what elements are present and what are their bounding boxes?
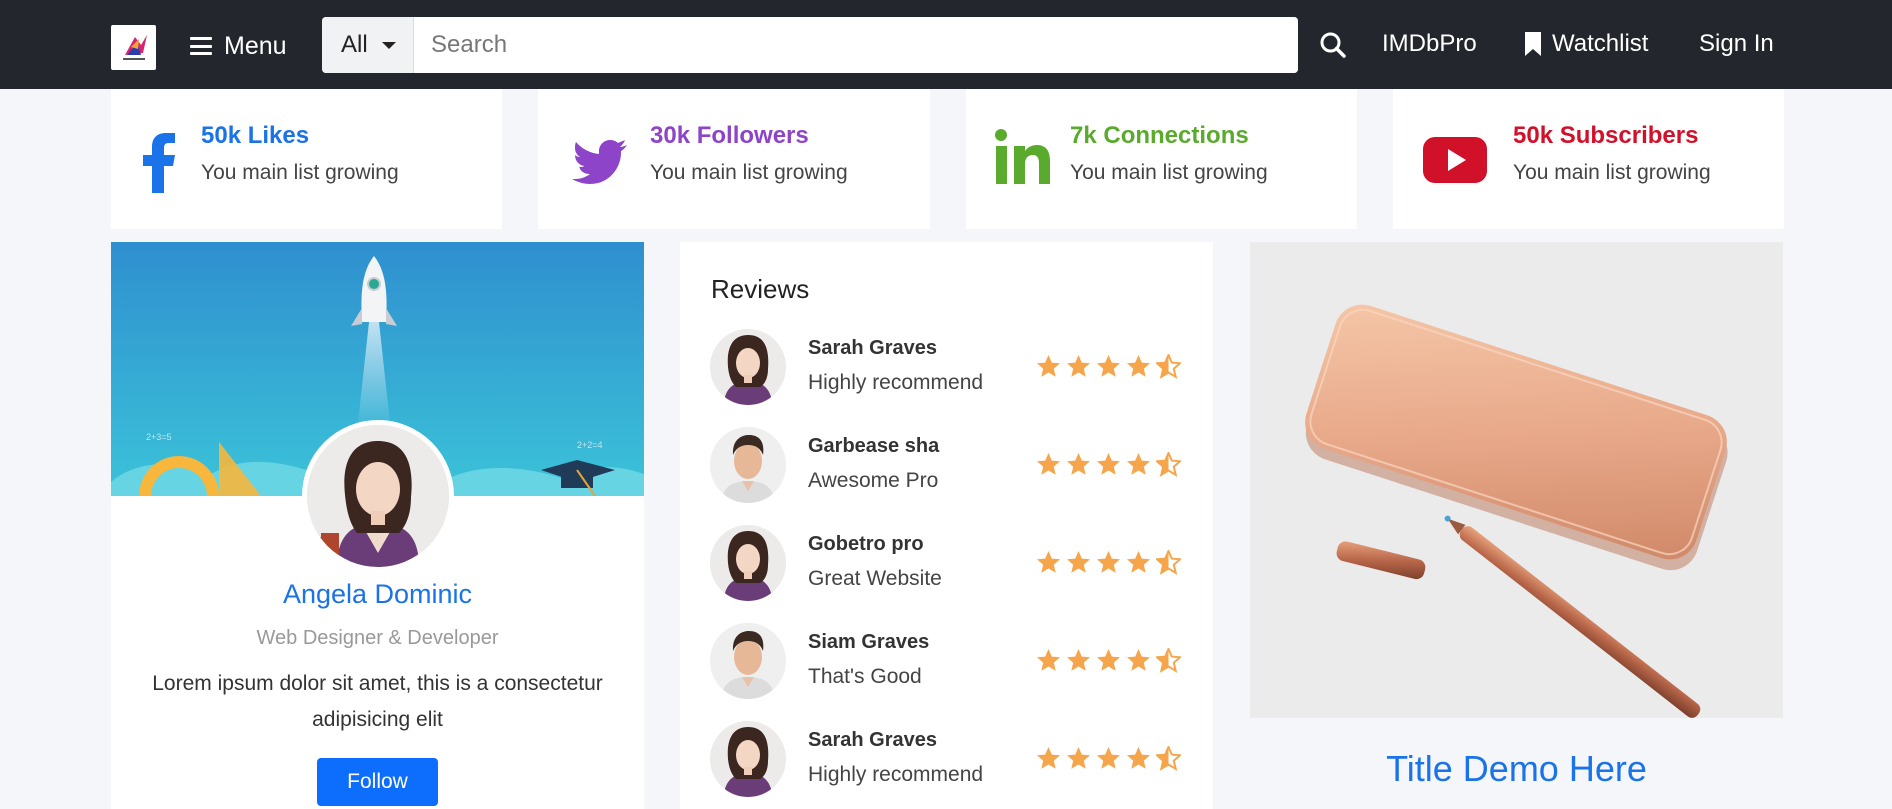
review-text: Great Website bbox=[808, 567, 942, 590]
star-icon bbox=[1067, 551, 1090, 573]
search-input[interactable] bbox=[414, 17, 1298, 73]
review-item: Siam Graves That's Good bbox=[710, 623, 1190, 701]
star-icon bbox=[1037, 747, 1060, 769]
pen-case-image bbox=[1250, 242, 1783, 718]
reviewer-avatar bbox=[710, 721, 786, 797]
top-navbar: Menu All IMDbPro Watchlist Sign In bbox=[0, 0, 1892, 89]
profile-avatar bbox=[302, 420, 454, 572]
facebook-icon bbox=[143, 133, 175, 193]
star-rating bbox=[1036, 746, 1181, 771]
star-rating bbox=[1036, 452, 1181, 477]
review-text: Highly recommend bbox=[808, 371, 984, 394]
star-icon bbox=[1127, 453, 1150, 475]
bookmark-icon bbox=[1525, 32, 1541, 56]
stat-card-linkedin: 7k Connections You main list growing bbox=[966, 89, 1357, 229]
star-icon bbox=[1067, 649, 1090, 671]
star-rating bbox=[1036, 354, 1181, 379]
svg-text:2+2=4: 2+2=4 bbox=[577, 440, 603, 450]
review-item: Gobetro pro Great Website bbox=[710, 525, 1190, 603]
reviewer-name: Sarah Graves bbox=[808, 337, 937, 359]
star-icon bbox=[1097, 747, 1120, 769]
star-icon bbox=[1067, 355, 1090, 377]
product-title[interactable]: Title Demo Here bbox=[1250, 748, 1783, 790]
star-icon bbox=[1127, 551, 1150, 573]
star-icon bbox=[1127, 747, 1150, 769]
reviews-card: Reviews Sarah Graves Highly recommend Garb… bbox=[680, 242, 1213, 809]
reviewer-name: Siam Graves bbox=[808, 631, 930, 653]
star-icon bbox=[1097, 551, 1120, 573]
profile-card: 2+3=5 2+2=4 Angela Dominic Web Designer … bbox=[111, 242, 644, 809]
signin-label: Sign In bbox=[1699, 30, 1774, 57]
stat-subtitle: You main list growing bbox=[1513, 161, 1711, 184]
search-bar: All bbox=[322, 17, 1298, 73]
imdbpro-link[interactable]: IMDbPro bbox=[1382, 30, 1477, 58]
stat-card-youtube: 50k Subscribers You main list growing bbox=[1393, 89, 1784, 229]
star-icon bbox=[1067, 453, 1090, 475]
youtube-icon bbox=[1423, 137, 1487, 183]
stat-card-twitter: 30k Followers You main list growing bbox=[538, 89, 930, 229]
hamburger-icon bbox=[190, 37, 212, 55]
review-text: Awesome Pro bbox=[808, 469, 939, 492]
reviewer-avatar bbox=[710, 623, 786, 699]
watchlist-label: Watchlist bbox=[1552, 30, 1649, 57]
reviewer-avatar bbox=[710, 525, 786, 601]
star-half-icon bbox=[1156, 550, 1181, 575]
profile-bio: Lorem ipsum dolor sit amet, this is a co… bbox=[152, 672, 603, 731]
caret-down-icon bbox=[381, 41, 396, 49]
reviewer-avatar bbox=[710, 427, 786, 503]
star-half-icon bbox=[1156, 452, 1181, 477]
search-icon[interactable] bbox=[1318, 30, 1348, 60]
reviewer-avatar bbox=[710, 329, 786, 405]
star-icon bbox=[1037, 551, 1060, 573]
star-icon bbox=[1037, 649, 1060, 671]
profile-avatar-image bbox=[307, 425, 449, 567]
search-category-label: All bbox=[341, 31, 368, 58]
review-text: That's Good bbox=[808, 665, 922, 688]
stat-title: 30k Followers bbox=[650, 122, 809, 149]
review-item: Sarah Graves Highly recommend bbox=[710, 329, 1190, 407]
imdbpro-label: IMDbPro bbox=[1382, 30, 1477, 57]
stat-subtitle: You main list growing bbox=[201, 161, 399, 184]
stat-title: 50k Likes bbox=[201, 122, 310, 149]
star-icon bbox=[1097, 453, 1120, 475]
star-rating bbox=[1036, 550, 1181, 575]
profile-role: Web Designer & Developer bbox=[256, 627, 499, 649]
review-item: Sarah Graves Highly recommend bbox=[710, 721, 1190, 799]
stat-title: 7k Connections bbox=[1070, 122, 1249, 149]
follow-button[interactable]: Follow bbox=[317, 758, 438, 806]
watchlist-link[interactable]: Watchlist bbox=[1524, 30, 1648, 58]
star-rating bbox=[1036, 648, 1181, 673]
star-icon bbox=[1127, 649, 1150, 671]
product-image[interactable] bbox=[1250, 242, 1783, 718]
linkedin-icon bbox=[995, 129, 1050, 184]
review-text: Highly recommend bbox=[808, 763, 984, 786]
svg-text:2+3=5: 2+3=5 bbox=[146, 432, 172, 442]
star-half-icon bbox=[1156, 746, 1181, 771]
star-icon bbox=[1097, 355, 1120, 377]
reviewer-name: Garbease sha bbox=[808, 435, 940, 457]
profile-name[interactable]: Angela Dominic bbox=[111, 579, 644, 610]
site-logo[interactable] bbox=[111, 25, 156, 70]
star-icon bbox=[1097, 649, 1120, 671]
menu-button[interactable]: Menu bbox=[190, 27, 287, 65]
star-icon bbox=[1127, 355, 1150, 377]
star-half-icon bbox=[1156, 354, 1181, 379]
reviews-title: Reviews bbox=[711, 274, 810, 304]
star-icon bbox=[1037, 453, 1060, 475]
reviewer-name: Sarah Graves bbox=[808, 729, 937, 751]
star-half-icon bbox=[1156, 648, 1181, 673]
star-icon bbox=[1037, 355, 1060, 377]
search-category-dropdown[interactable]: All bbox=[322, 17, 414, 73]
stat-title: 50k Subscribers bbox=[1513, 122, 1699, 149]
review-item: Garbease sha Awesome Pro bbox=[710, 427, 1190, 505]
stat-card-facebook: 50k Likes You main list growing bbox=[111, 89, 502, 229]
twitter-icon bbox=[572, 140, 627, 184]
signin-link[interactable]: Sign In bbox=[1699, 30, 1774, 58]
menu-label: Menu bbox=[224, 31, 287, 60]
star-icon bbox=[1067, 747, 1090, 769]
reviewer-name: Gobetro pro bbox=[808, 533, 924, 555]
stat-subtitle: You main list growing bbox=[650, 161, 848, 184]
stat-subtitle: You main list growing bbox=[1070, 161, 1268, 184]
